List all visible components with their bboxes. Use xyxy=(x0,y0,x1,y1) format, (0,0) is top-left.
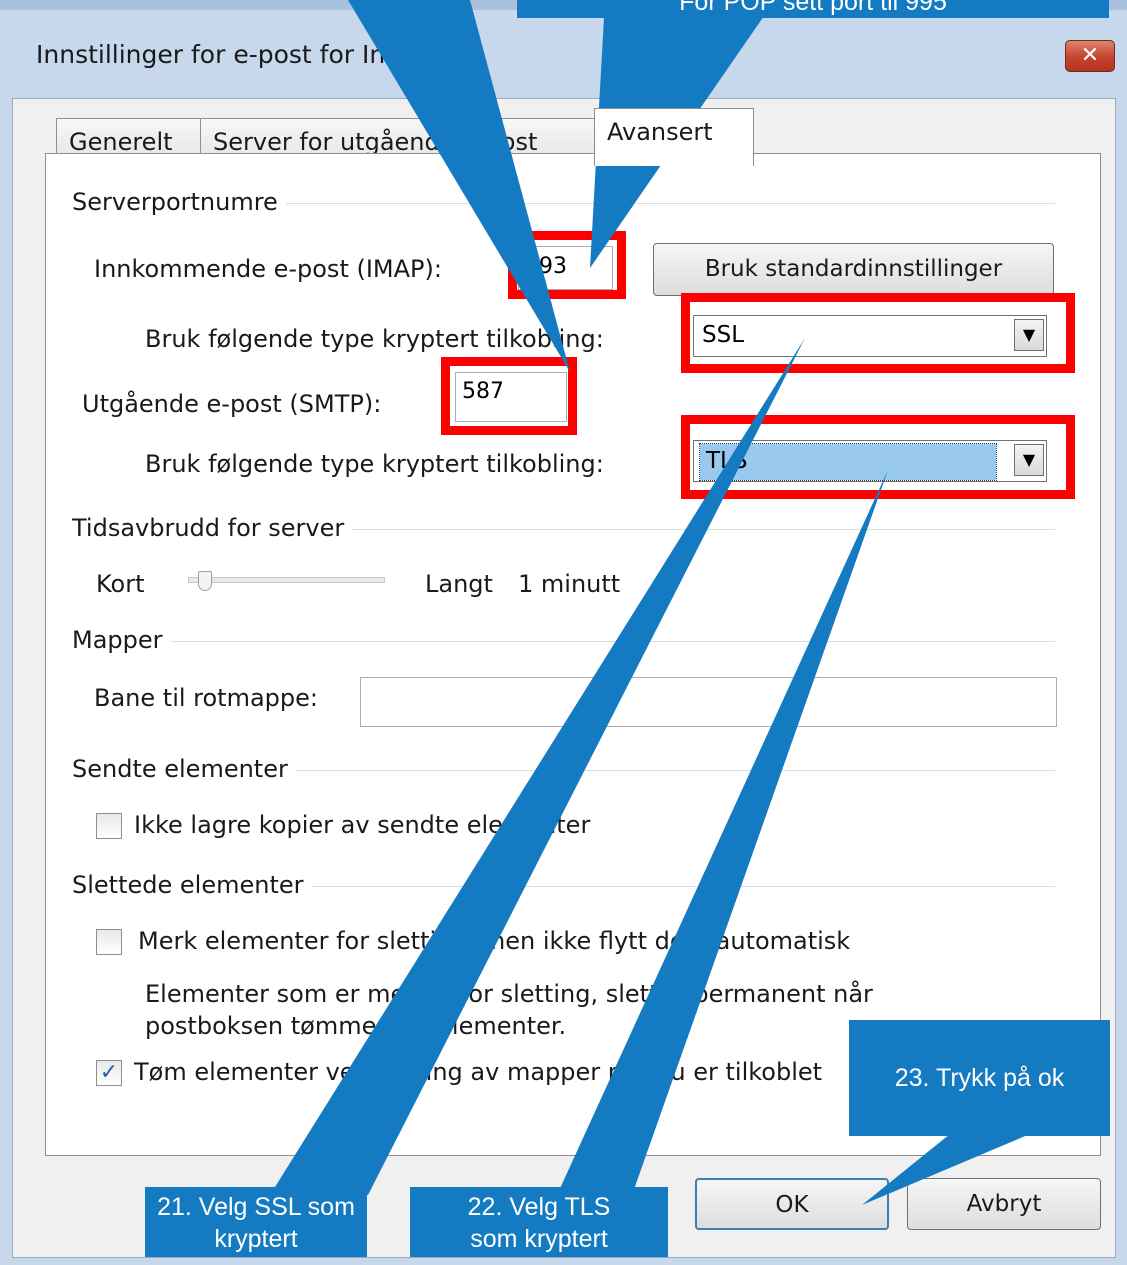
mark-for-deletion-label: Merk elementer for sletting, men ikke fl… xyxy=(138,927,851,955)
callout-step21: 21. Velg SSL som kryptert xyxy=(145,1187,367,1257)
ok-button[interactable]: OK xyxy=(695,1178,889,1230)
timeout-slider-thumb[interactable] xyxy=(198,571,212,591)
root-folder-label: Bane til rotmappe: xyxy=(94,684,318,712)
group-folders: Mapper xyxy=(72,626,171,654)
dialog-title: Innstillinger for e-post for Internett xyxy=(36,40,472,69)
root-folder-input[interactable] xyxy=(360,677,1057,727)
use-default-settings-button[interactable]: Bruk standardinnstillinger xyxy=(653,243,1054,296)
group-deleted-items: Slettede elementer xyxy=(72,871,312,899)
timeout-long-label: Langt xyxy=(425,570,493,598)
incoming-label: Innkommende e-post (IMAP): xyxy=(94,255,442,283)
callout-step23: 23. Trykk på ok xyxy=(849,1020,1110,1136)
purge-items-label: Tøm elementer ved bytting av mapper når … xyxy=(134,1058,823,1086)
close-icon: ✕ xyxy=(1080,43,1100,68)
purge-items-checkbox[interactable]: ✓ xyxy=(96,1060,122,1086)
incoming-encryption-label: Bruk følgende type kryptert tilkobling: xyxy=(145,325,604,353)
timeout-slider-track[interactable] xyxy=(188,577,385,583)
deletion-info-line2: postboksen tømmes for elementer. xyxy=(145,1012,567,1040)
group-timeout: Tidsavbrudd for server xyxy=(72,514,353,542)
check-icon: ✓ xyxy=(99,1060,119,1085)
outgoing-encryption-label: Bruk følgende type kryptert tilkobling: xyxy=(145,450,604,478)
group-divider xyxy=(72,641,1055,642)
outgoing-label: Utgående e-post (SMTP): xyxy=(82,390,382,418)
highlight-box xyxy=(441,357,577,435)
no-copy-checkbox[interactable] xyxy=(96,813,122,839)
deletion-info-line1: Elementer som er merket for sletting, sl… xyxy=(145,980,873,1008)
cancel-button[interactable]: Avbryt xyxy=(907,1178,1101,1230)
tab-avansert[interactable]: Avansert xyxy=(594,108,754,166)
highlight-box xyxy=(681,415,1075,499)
group-server-ports: Serverportnumre xyxy=(72,188,286,216)
close-button[interactable]: ✕ xyxy=(1065,40,1115,72)
group-sent-items: Sendte elementer xyxy=(72,755,296,783)
timeout-short-label: Kort xyxy=(96,570,145,598)
no-copy-label: Ikke lagre kopier av sendte elementer xyxy=(134,811,591,839)
callout-pop: For POP sett port til 995 xyxy=(517,0,1109,18)
timeout-value-label: 1 minutt xyxy=(518,570,621,598)
highlight-box xyxy=(681,293,1075,373)
highlight-box xyxy=(508,231,626,299)
callout-pop-text: For POP sett port til 995 xyxy=(679,0,947,16)
mark-for-deletion-checkbox[interactable] xyxy=(96,929,122,955)
callout-step22: 22. Velg TLS som kryptert xyxy=(410,1187,668,1257)
